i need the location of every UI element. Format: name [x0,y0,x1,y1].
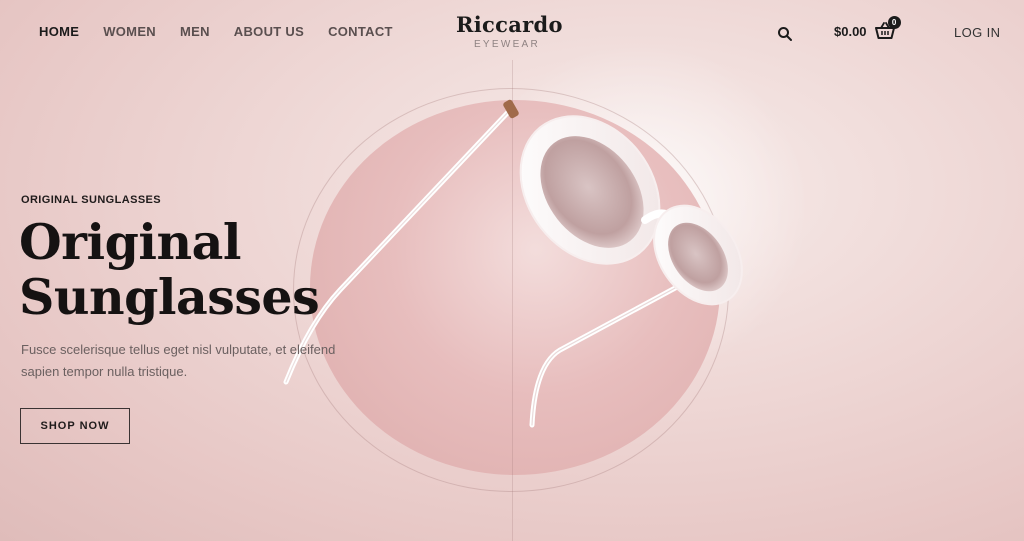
logo-tagline: EYEWEAR [473,39,541,50]
nav-item-about-us[interactable]: ABOUT US [234,24,304,39]
logo[interactable]: Riccardo EYEWEAR [456,12,563,50]
nav-item-contact[interactable]: CONTACT [328,24,393,39]
hero-headline: Original Sunglasses [19,215,379,325]
cart-count-badge: 0 [887,16,901,29]
hero-headline-line1: Original [19,213,241,271]
logo-name: Riccardo [456,12,563,37]
login-link[interactable]: LOG IN [954,25,1000,40]
hero-description: Fusce scelerisque tellus eget nisl vulpu… [21,342,336,379]
cart-button[interactable]: $0.00 0 [834,16,901,40]
hero-headline-line2: Sunglasses [19,268,320,326]
cart-total: $0.00 [834,23,867,39]
main-nav: HOME WOMEN MEN ABOUT US CONTACT [39,24,417,39]
hero-section: HOME WOMEN MEN ABOUT US CONTACT Riccardo… [0,0,1024,541]
nav-item-home[interactable]: HOME [39,24,79,39]
basket-icon: 0 [874,16,901,40]
shop-now-button[interactable]: SHOP NOW [20,408,130,444]
search-icon[interactable] [777,26,793,42]
hero-eyebrow: ORIGINAL SUNGLASSES [21,194,162,206]
nav-item-men[interactable]: MEN [180,24,210,39]
nav-item-women[interactable]: WOMEN [103,24,156,39]
